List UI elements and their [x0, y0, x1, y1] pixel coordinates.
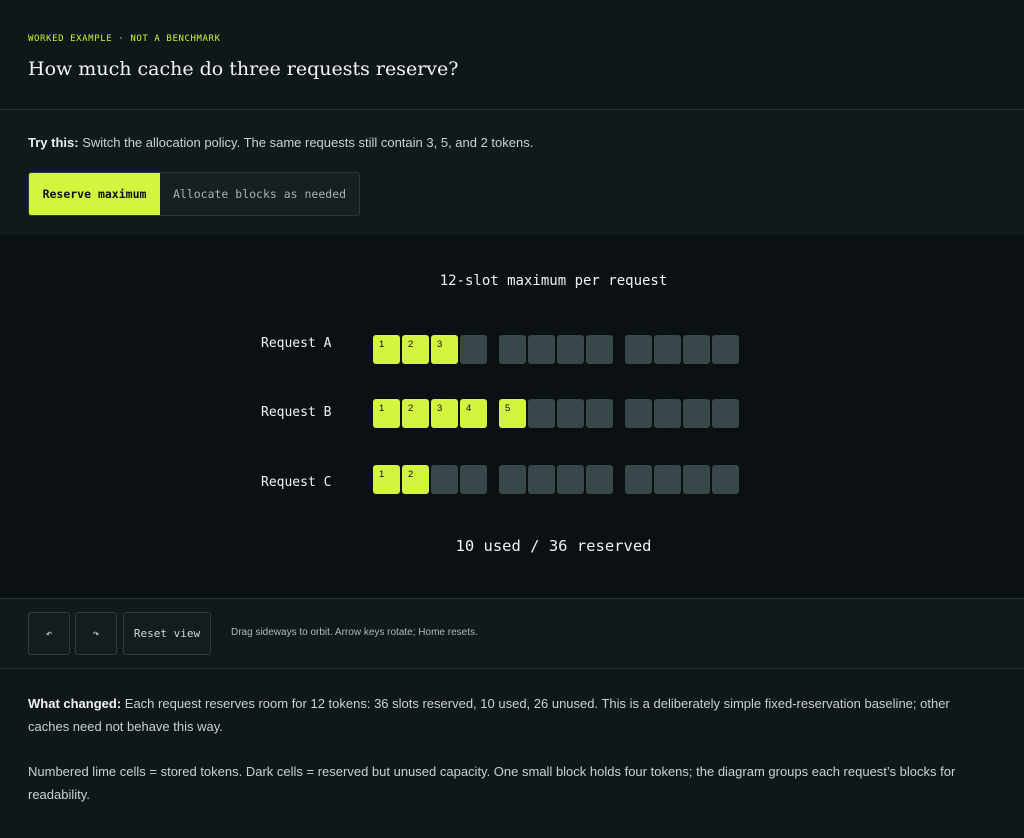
cache-diagram[interactable]: 12-slot maximum per request Request A 12… [0, 235, 1024, 599]
reserved-unused-cell [557, 335, 584, 364]
request-c-cells: 12 [373, 465, 753, 495]
row-label-request-b: Request B [261, 405, 332, 420]
what-changed-text: Each request reserves room for 12 tokens… [28, 696, 950, 734]
reset-view-button[interactable]: Reset view [123, 612, 211, 655]
reserved-unused-cell [431, 465, 458, 494]
what-changed-paragraph: What changed: Each request reserves room… [28, 692, 994, 738]
legend-paragraph: Numbered lime cells = stored tokens. Dar… [28, 764, 956, 802]
stored-token-cell: 2 [402, 335, 429, 364]
request-b-cells: 1 2 3 4 5 [373, 399, 753, 429]
token-number: 1 [379, 339, 385, 350]
reserved-unused-cell [625, 465, 652, 494]
reserve-maximum-button[interactable]: Reserve maximum [29, 173, 160, 215]
what-changed-label: What changed: [28, 696, 122, 711]
row-label-request-c: Request C [261, 475, 332, 490]
stored-token-cell: 2 [402, 399, 429, 428]
token-number: 3 [437, 403, 443, 414]
reserved-unused-cell [557, 465, 584, 494]
reserved-unused-cell [460, 465, 487, 494]
view-controls: ↶ ↷ Reset view Drag sideways to orbit. A… [0, 599, 1024, 669]
orbit-hint: Drag sideways to orbit. Arrow keys rotat… [231, 627, 478, 638]
page-title: How much cache do three requests reserve… [28, 58, 459, 80]
reserved-unused-cell [683, 465, 710, 494]
diagram-title: 12-slot maximum per request [439, 273, 668, 289]
stored-token-cell: 1 [373, 335, 400, 364]
reserved-unused-cell [499, 465, 526, 494]
eyebrow-label: WORKED EXAMPLE · NOT A BENCHMARK [28, 34, 221, 44]
token-number: 2 [408, 469, 414, 480]
explanation: What changed: Each request reserves room… [28, 692, 994, 828]
controls-panel: Try this: Switch the allocation policy. … [0, 110, 1024, 234]
allocation-policy-toggle: Reserve maximum Allocate blocks as neede… [28, 172, 360, 216]
try-instruction: Try this: Switch the allocation policy. … [28, 135, 533, 150]
stored-token-cell: 2 [402, 465, 429, 494]
reserved-unused-cell [528, 335, 555, 364]
request-a-cells: 1 2 3 [373, 335, 753, 365]
page: WORKED EXAMPLE · NOT A BENCHMARK How muc… [0, 0, 1024, 838]
reserved-unused-cell [625, 335, 652, 364]
reserved-unused-cell [557, 399, 584, 428]
rotate-left-button[interactable]: ↶ [28, 612, 70, 655]
reserved-unused-cell [499, 335, 526, 364]
reserved-unused-cell [683, 399, 710, 428]
stored-token-cell: 3 [431, 399, 458, 428]
reserved-unused-cell [528, 399, 555, 428]
rotate-right-icon: ↷ [92, 627, 100, 640]
token-number: 5 [505, 403, 511, 414]
reserved-unused-cell [586, 465, 613, 494]
try-text: Switch the allocation policy. The same r… [78, 135, 534, 150]
reserved-unused-cell [712, 335, 739, 364]
try-label: Try this: [28, 135, 79, 150]
usage-summary: 10 used / 36 reserved [455, 537, 652, 555]
allocate-as-needed-button[interactable]: Allocate blocks as needed [160, 173, 359, 215]
reserved-unused-cell [683, 335, 710, 364]
token-number: 1 [379, 403, 385, 414]
stored-token-cell: 5 [499, 399, 526, 428]
reserved-unused-cell [586, 335, 613, 364]
reserved-unused-cell [654, 465, 681, 494]
reserved-unused-cell [712, 399, 739, 428]
stored-token-cell: 3 [431, 335, 458, 364]
token-number: 4 [466, 403, 472, 414]
token-number: 2 [408, 339, 414, 350]
reserved-unused-cell [625, 399, 652, 428]
rotate-left-icon: ↶ [45, 627, 53, 640]
rotate-right-button[interactable]: ↷ [75, 612, 117, 655]
stored-token-cell: 1 [373, 399, 400, 428]
token-number: 3 [437, 339, 443, 350]
reserved-unused-cell [654, 399, 681, 428]
page-header: WORKED EXAMPLE · NOT A BENCHMARK How muc… [0, 0, 1024, 110]
token-number: 1 [379, 469, 385, 480]
token-number: 2 [408, 403, 414, 414]
reserved-unused-cell [528, 465, 555, 494]
reserved-unused-cell [654, 335, 681, 364]
stored-token-cell: 1 [373, 465, 400, 494]
reserved-unused-cell [586, 399, 613, 428]
stored-token-cell: 4 [460, 399, 487, 428]
reserved-unused-cell [460, 335, 487, 364]
reserved-unused-cell [712, 465, 739, 494]
row-label-request-a: Request A [261, 336, 332, 351]
